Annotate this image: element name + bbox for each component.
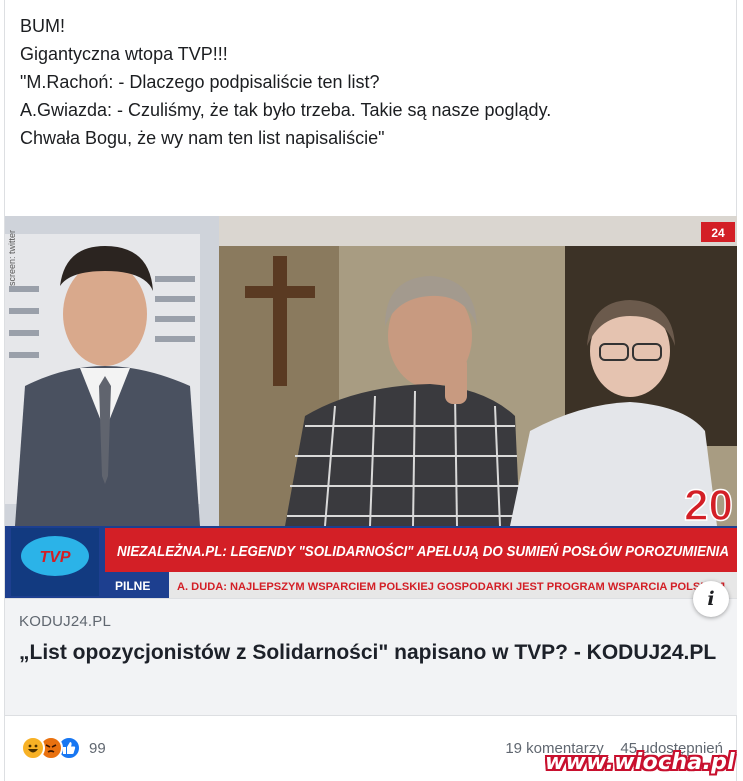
link-title[interactable]: „List opozycjonistów z Solidarności" nap…	[19, 639, 719, 667]
link-preview-card[interactable]: i KODUJ24.PL „List opozycjonistów z Soli…	[5, 581, 737, 716]
info-icon[interactable]: i	[693, 581, 729, 617]
channel-badge: 24	[711, 226, 725, 240]
post-line: A.Gwiazda: - Czuliśmy, że tak było trzeb…	[20, 100, 552, 120]
link-preview-image[interactable]: 24 20 screen: twitter NIEZALEŻNA.PL: LEG…	[5, 216, 737, 598]
post-line: Gigantyczna wtopa TVP!!!	[20, 44, 228, 64]
reaction-count[interactable]: 99	[89, 740, 106, 757]
site-watermark: www.wiocha.pl	[545, 750, 735, 775]
channel-number: 20	[684, 481, 733, 530]
post-line: "M.Rachoń: - Dlaczego podpisaliście ten …	[20, 72, 380, 92]
reactions-summary[interactable]: 99	[21, 736, 106, 760]
ticker-subline: A. DUDA: NAJLEPSZYM WSPARCIEM POLSKIEJ G…	[177, 581, 725, 593]
side-caption: screen: twitter	[7, 230, 17, 286]
ticker-headline: NIEZALEŻNA.PL: LEGENDY "SOLIDARNOŚCI" AP…	[117, 542, 729, 560]
facebook-post: BUM! Gigantyczna wtopa TVP!!! "M.Rachoń:…	[4, 0, 737, 781]
link-domain: KODUJ24.PL	[19, 613, 112, 630]
post-line: BUM!	[20, 16, 65, 36]
ticker-label: PILNE	[115, 579, 150, 593]
haha-reaction-icon	[21, 736, 45, 760]
post-line: Chwała Bogu, że wy nam ten list napisali…	[20, 128, 385, 148]
video-still: 24 20 screen: twitter NIEZALEŻNA.PL: LEG…	[5, 216, 737, 598]
station-logo: TVP	[39, 549, 70, 566]
post-text: BUM! Gigantyczna wtopa TVP!!! "M.Rachoń:…	[20, 12, 720, 152]
